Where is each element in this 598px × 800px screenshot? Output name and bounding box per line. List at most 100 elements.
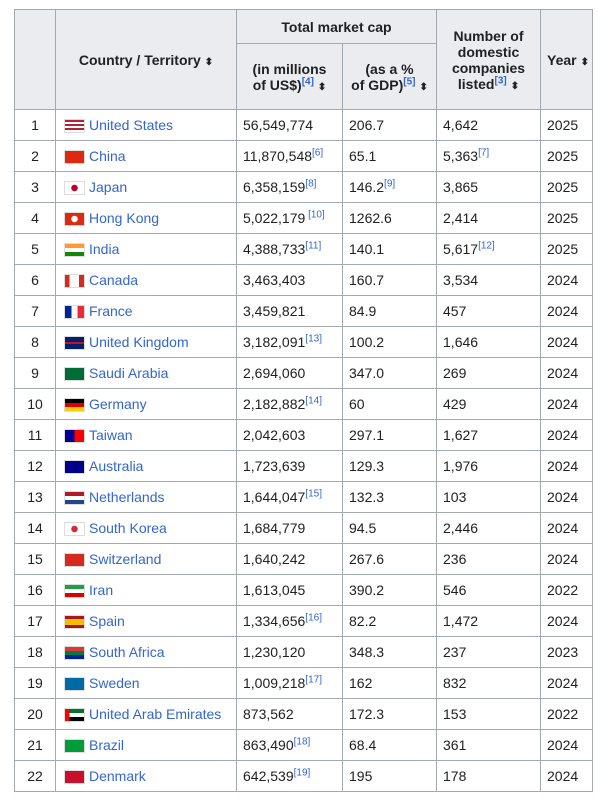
year-cell: 2024 [540, 760, 594, 792]
rank-cell: 19 [14, 667, 56, 699]
rank-cell: 15 [14, 543, 56, 575]
reference-link[interactable]: [7] [478, 147, 489, 158]
companies-value: 236 [443, 551, 467, 567]
reference-link[interactable]: [5] [403, 76, 415, 87]
sort-icon[interactable]: ⬍ [205, 57, 213, 68]
sort-icon[interactable]: ⬍ [511, 81, 519, 92]
companies-cell: 832 [436, 667, 542, 699]
country-link[interactable]: Iran [89, 582, 113, 598]
companies-header[interactable]: Number of domestic companies listed[3] ⬍ [436, 9, 542, 110]
country-cell: South Korea [55, 512, 237, 544]
country-cell: Canada [55, 264, 237, 296]
reference-link[interactable]: [10] [305, 209, 325, 220]
market-cap-cell: 863,490[18] [236, 729, 343, 761]
year-header[interactable]: Year ⬍ [540, 9, 594, 110]
market-cap-cell: 873,562 [236, 698, 343, 730]
country-cell: Denmark [55, 760, 237, 792]
country-header[interactable]: Country / Territory ⬍ [55, 9, 237, 110]
companies-cell: 269 [436, 357, 542, 389]
reference-link[interactable]: [17] [305, 674, 322, 685]
country-link[interactable]: Brazil [89, 737, 124, 753]
rank-cell: 22 [14, 760, 56, 792]
gdp-value: 206.7 [349, 117, 385, 133]
reference-link[interactable]: [4] [302, 76, 314, 87]
table-row: 18 South Africa 1,230,120 348.3 237 2023 [14, 636, 594, 668]
country-link[interactable]: Switzerland [89, 551, 161, 567]
country-link[interactable]: United States [89, 117, 173, 133]
rank-cell: 11 [14, 419, 56, 451]
reference-link[interactable]: [19] [294, 767, 311, 778]
year-cell: 2023 [540, 636, 594, 668]
companies-value: 5,363 [443, 148, 479, 164]
country-link[interactable]: Spain [89, 613, 125, 629]
table-row: 4 Hong Kong 5,022,179 [10] 1262.6 2,414 2025 [14, 202, 594, 234]
ca-flag-icon [64, 274, 85, 289]
reference-link[interactable]: [12] [478, 240, 495, 251]
country-link[interactable]: Canada [89, 272, 138, 288]
companies-value: 457 [443, 303, 467, 319]
table-row: 6 Canada 3,463,403 160.7 3,534 2024 [14, 264, 594, 296]
country-link[interactable]: France [89, 303, 133, 319]
nl-flag-icon [64, 491, 85, 506]
country-cell: United States [55, 109, 237, 141]
country-link[interactable]: South Korea [89, 520, 167, 536]
kr-flag-icon [64, 522, 85, 537]
reference-link[interactable]: [9] [384, 178, 395, 189]
reference-link[interactable]: [18] [294, 736, 311, 747]
companies-value: 2,446 [443, 520, 479, 536]
reference-link[interactable]: [11] [305, 240, 321, 251]
table-body: 1 United States 56,549,774 206.7 4,642 2025 2 C… [14, 109, 594, 792]
de-flag-icon [64, 398, 85, 413]
market-cap-cell: 2,182,882[14] [236, 388, 343, 420]
gdp-value: 140.1 [349, 241, 385, 257]
market-cap-cell: 3,463,403 [236, 264, 343, 296]
reference-link[interactable]: [16] [305, 612, 322, 623]
fr-flag-icon [64, 305, 85, 320]
country-link[interactable]: Taiwan [89, 427, 133, 443]
gdp-cell: 160.7 [341, 264, 438, 296]
millions-header[interactable]: (in millions of US$)[4] ⬍ [236, 43, 343, 110]
gb-flag-icon [64, 336, 85, 351]
country-link[interactable]: Saudi Arabia [89, 365, 168, 381]
year-cell: 2025 [540, 171, 594, 203]
companies-cell: 2,446 [436, 512, 542, 544]
rank-cell: 16 [14, 574, 56, 606]
sort-icon[interactable]: ⬍ [318, 82, 326, 93]
country-link[interactable]: Netherlands [89, 489, 165, 505]
country-link[interactable]: Germany [89, 396, 147, 412]
companies-value: 1,472 [443, 613, 479, 629]
gdp-cell: 297.1 [341, 419, 438, 451]
reference-link[interactable]: [3] [494, 75, 506, 86]
country-link[interactable]: Sweden [89, 675, 140, 691]
market-cap-cell: 1,640,242 [236, 543, 343, 575]
rank-cell: 2 [14, 140, 56, 172]
country-link[interactable]: Denmark [89, 768, 146, 784]
market-cap-cell: 1,684,779 [236, 512, 343, 544]
gdp-value: 132.3 [349, 489, 385, 505]
country-link[interactable]: Hong Kong [89, 210, 159, 226]
reference-link[interactable]: [8] [305, 178, 316, 189]
country-link[interactable]: United Kingdom [89, 334, 189, 350]
gdp-header[interactable]: (as a % of GDP)[5] ⬍ [341, 43, 438, 110]
reference-link[interactable]: [6] [312, 147, 323, 158]
rank-cell: 4 [14, 202, 56, 234]
market-cap-value: 3,463,403 [243, 272, 306, 288]
reference-link[interactable]: [14] [305, 395, 322, 406]
reference-link[interactable]: [15] [305, 488, 322, 499]
market-cap-value: 642,539 [243, 768, 294, 784]
country-cell: Taiwan [55, 419, 237, 451]
country-link[interactable]: South Africa [89, 644, 165, 660]
country-link[interactable]: United Arab Emirates [89, 706, 221, 722]
table-row: 7 France 3,459,821 84.9 457 2024 [14, 295, 594, 327]
sort-icon[interactable]: ⬍ [419, 82, 427, 93]
country-link[interactable]: India [89, 241, 119, 257]
gdp-value: 172.3 [349, 706, 385, 722]
market-cap-value: 873,562 [243, 706, 294, 722]
country-link[interactable]: Australia [89, 458, 143, 474]
country-link[interactable]: China [89, 148, 126, 164]
companies-cell: 178 [436, 760, 542, 792]
reference-link[interactable]: [13] [305, 333, 322, 344]
country-link[interactable]: Japan [89, 179, 127, 195]
table-row: 5 India 4,388,733[11] 140.1 5,617[12] 2025 [14, 233, 594, 265]
sort-icon[interactable]: ⬍ [581, 57, 589, 68]
